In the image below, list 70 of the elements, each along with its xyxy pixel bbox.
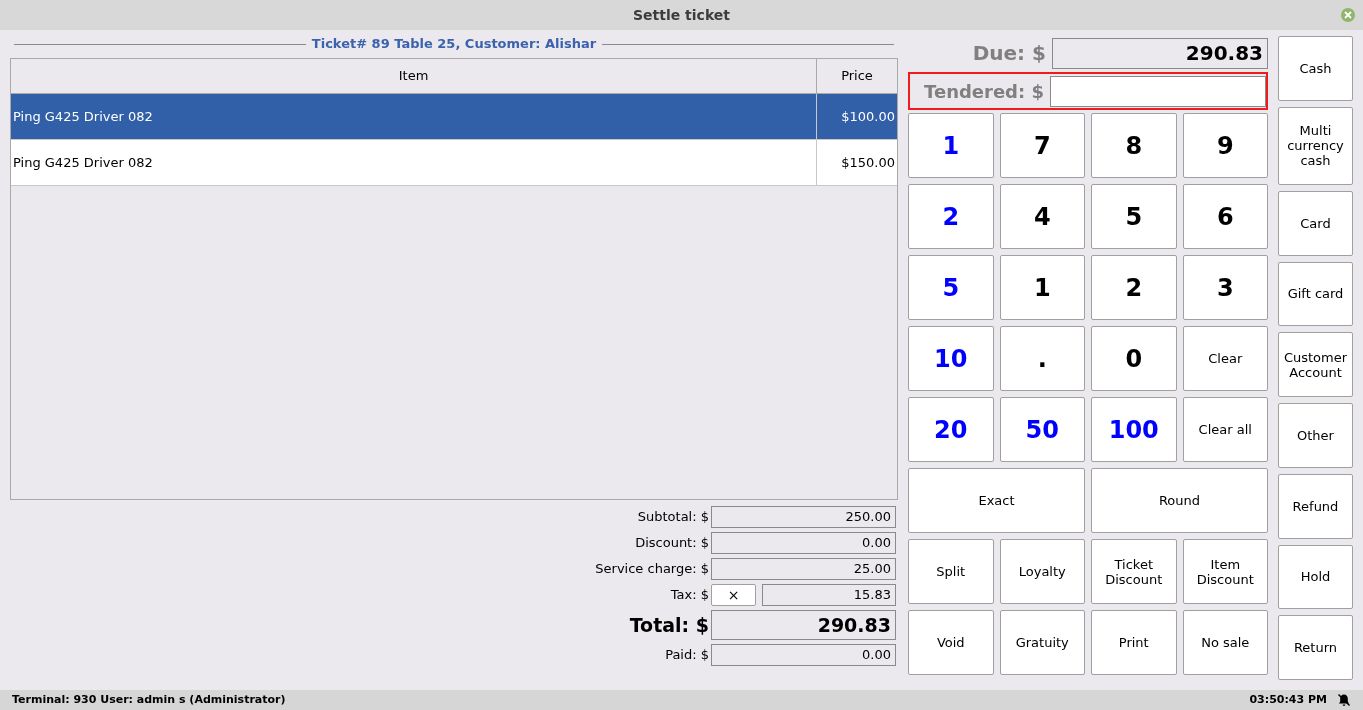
total-label: Tax: $ [670, 586, 709, 605]
payment-button[interactable]: Card [1278, 190, 1353, 256]
keypad-button[interactable]: Ticket Discount [1091, 539, 1177, 604]
tendered-field[interactable] [1050, 75, 1266, 107]
total-label: Paid: $ [665, 646, 709, 665]
keypad-button[interactable]: Split [908, 539, 994, 604]
muted-bell-icon[interactable] [1337, 693, 1351, 707]
keypad-button[interactable]: 8 [1091, 113, 1177, 178]
keypad-button[interactable]: 5 [1091, 184, 1177, 249]
total-value: 25.00 [711, 558, 896, 580]
keypad-button[interactable]: Gratuity [999, 610, 1085, 675]
keypad-button[interactable]: 0 [1091, 326, 1177, 391]
total-label: Discount: $ [635, 534, 709, 553]
item-cell: Ping G425 Driver 082 [11, 140, 817, 185]
keypad-button[interactable]: Exact [908, 468, 1085, 533]
tendered-label: Tendered: $ [923, 79, 1044, 104]
payment-button[interactable]: Multi currency cash [1278, 106, 1353, 185]
status-text: Terminal: 930 User: admin s (Administrator) [12, 691, 286, 708]
keypad-button[interactable]: . [999, 326, 1085, 391]
due-label: Due: $ [971, 40, 1046, 67]
total-value: 0.00 [711, 644, 896, 666]
close-icon[interactable] [1341, 8, 1355, 22]
clock-time: 03:50:43 PM [1249, 691, 1327, 708]
keypad-button[interactable]: 10 [908, 326, 994, 391]
keypad-button[interactable]: No sale [1182, 610, 1268, 675]
payment-button[interactable]: Refund [1278, 473, 1353, 539]
total-label: Service charge: $ [595, 560, 709, 579]
keypad-button[interactable]: 1 [999, 255, 1085, 320]
payment-button[interactable]: Other [1278, 403, 1353, 468]
window-title: Settle ticket [632, 5, 730, 25]
keypad-button[interactable]: 7 [999, 113, 1085, 178]
total-value: 0.00 [711, 532, 896, 554]
payment-button[interactable]: Cash [1278, 36, 1353, 101]
payment-button[interactable]: Return [1278, 615, 1353, 680]
table-row[interactable]: Ping G425 Driver 082 $100.00 [11, 94, 897, 140]
keypad-button[interactable]: 6 [1182, 184, 1268, 249]
column-header[interactable]: Item [11, 59, 817, 93]
keypad-button[interactable]: 20 [908, 397, 994, 462]
keypad-button[interactable]: 4 [999, 184, 1085, 249]
keypad-button[interactable]: Print [1091, 610, 1177, 675]
keypad-button[interactable]: 2 [908, 184, 994, 249]
tax-toggle-button[interactable]: × [711, 584, 756, 606]
keypad-button[interactable]: Clear all [1182, 397, 1268, 462]
keypad-button[interactable]: 3 [1182, 255, 1268, 320]
total-label: Total: $ [629, 612, 709, 638]
column-header[interactable]: Price [817, 59, 897, 93]
payment-button[interactable]: Customer Account [1278, 332, 1353, 397]
price-cell-text: $150.00 [840, 153, 896, 172]
keypad-button[interactable]: Void [908, 610, 994, 675]
table-row[interactable]: Ping G425 Driver 082 $150.00 [11, 140, 897, 186]
total-label: Subtotal: $ [637, 508, 709, 527]
due-value: 290.83 [1052, 37, 1268, 69]
total-value: 15.83 [762, 584, 896, 606]
keypad-button[interactable]: Round [1091, 468, 1268, 533]
price-cell-text: $100.00 [840, 107, 896, 126]
payment-button[interactable]: Gift card [1278, 261, 1353, 327]
keypad-button[interactable]: 2 [1091, 255, 1177, 320]
ticket-header: Ticket# 89 Table 25, Customer: Alishar [311, 35, 597, 54]
keypad-button[interactable]: Clear [1182, 326, 1268, 391]
item-cell: Ping G425 Driver 082 [11, 94, 817, 139]
keypad-button[interactable]: 5 [908, 255, 994, 320]
keypad-button[interactable]: 100 [1091, 397, 1177, 462]
payment-button[interactable]: Hold [1278, 544, 1353, 610]
keypad-button[interactable]: 50 [999, 397, 1085, 462]
keypad-button[interactable]: 1 [908, 113, 994, 178]
total-value: 250.00 [711, 506, 896, 528]
keypad-button[interactable]: Loyalty [999, 539, 1085, 604]
keypad-button[interactable]: Item Discount [1182, 539, 1268, 604]
keypad-button[interactable]: 9 [1182, 113, 1268, 178]
total-value: 290.83 [711, 610, 896, 640]
